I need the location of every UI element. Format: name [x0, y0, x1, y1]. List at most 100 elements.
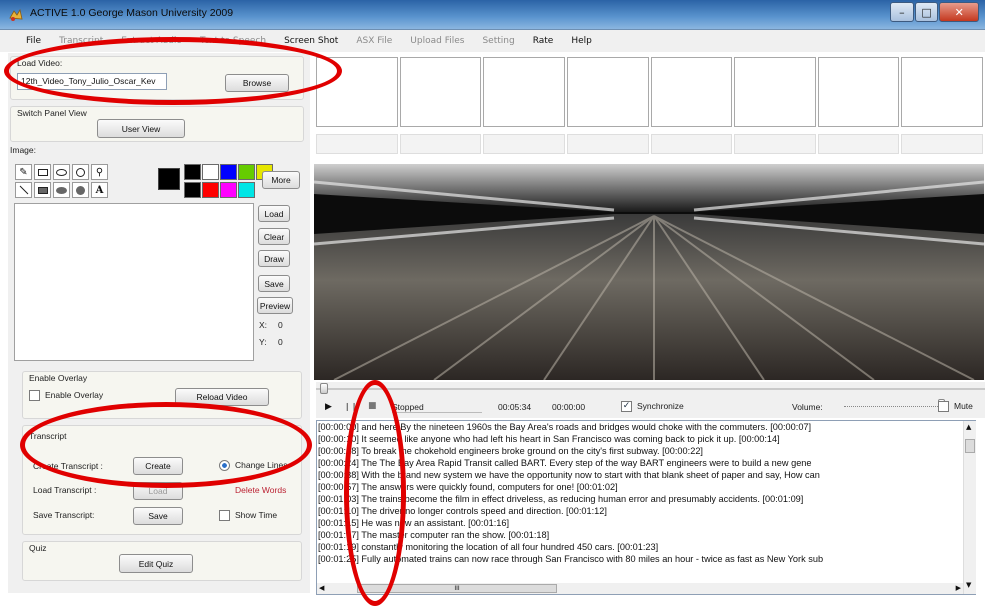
quiz-group-label: Quiz: [29, 543, 47, 553]
vertical-scroll-thumb[interactable]: [965, 439, 975, 453]
color-palette-bottom: [184, 182, 255, 198]
maximize-icon[interactable]: □: [914, 2, 939, 22]
save-image-button[interactable]: Save: [258, 275, 290, 292]
volume-slider[interactable]: [844, 406, 944, 407]
transcript-line[interactable]: [00:00:24] The The Bay Area Rapid Transi…: [317, 457, 975, 469]
thumbnail-frame[interactable]: [650, 57, 733, 127]
player-controls: ▶ ❙❙ ■ Stopped 00:05:34 00:00:00 ✓ Synch…: [316, 396, 985, 418]
thumbnail-frame[interactable]: [566, 57, 649, 127]
menu-file[interactable]: File: [26, 36, 41, 46]
transcript-line[interactable]: [00:01:17] The master computer ran the s…: [317, 529, 975, 541]
close-icon[interactable]: ✕: [939, 2, 979, 22]
mute-label: Mute: [954, 401, 973, 411]
color-swatch[interactable]: [184, 164, 201, 180]
menu-upload-files[interactable]: Upload Files: [410, 36, 464, 46]
save-transcript-label: Save Transcript:: [33, 510, 95, 520]
clear-image-button[interactable]: Clear: [258, 228, 290, 245]
show-time-checkbox[interactable]: [219, 510, 230, 521]
more-colors-button[interactable]: More: [262, 171, 300, 189]
transcript-line[interactable]: [00:01:10] The driver no longer controls…: [317, 505, 975, 517]
seek-handle[interactable]: [320, 383, 328, 394]
video-frame[interactable]: [314, 164, 984, 380]
transcript-text-area[interactable]: [00:00:00] and here By the nineteen 1960…: [316, 420, 976, 595]
thumbnail-caption-strip: [316, 134, 985, 154]
transcript-line[interactable]: [00:00:10] It seemed like anyone who had…: [317, 433, 975, 445]
play-icon[interactable]: ▶: [325, 402, 332, 412]
transcript-line[interactable]: [00:00:38] With the brand new system we …: [317, 469, 975, 481]
thumbnail-caption: [817, 134, 900, 154]
show-time-label: Show Time: [235, 510, 278, 520]
scroll-right-icon[interactable]: ▶: [956, 584, 961, 592]
transcript-line[interactable]: [00:01:03] The trains become the film in…: [317, 493, 975, 505]
thumbnail-frame[interactable]: [399, 57, 482, 127]
color-swatch[interactable]: [202, 164, 219, 180]
load-transcript-label: Load Transcript :: [33, 485, 97, 495]
circle-icon[interactable]: [72, 164, 89, 180]
left-panel: Load Video: 12th_Video_Tony_Julio_Oscar_…: [8, 53, 310, 593]
text-tool-icon[interactable]: A: [91, 182, 108, 198]
thumbnail-frame[interactable]: [817, 57, 900, 127]
save-transcript-button[interactable]: Save: [133, 507, 183, 525]
menu-rate[interactable]: Rate: [533, 36, 554, 46]
scroll-up-icon[interactable]: ▲: [966, 423, 971, 431]
rectangle-icon[interactable]: [34, 164, 51, 180]
thumbnail-caption: [483, 134, 565, 154]
color-swatch[interactable]: [238, 182, 255, 198]
image-label: Image:: [10, 145, 36, 155]
thumbnail-frame[interactable]: [734, 57, 816, 127]
title-bar: ACTIVE 1.0 George Mason University 2009 …: [0, 0, 985, 30]
switch-panel-group: Switch Panel View User View: [10, 106, 304, 142]
window-controls: – □ ✕: [889, 2, 979, 22]
line-icon[interactable]: [15, 182, 32, 198]
color-swatch[interactable]: [220, 164, 237, 180]
total-time: 00:00:00: [552, 402, 586, 412]
scroll-left-icon[interactable]: ◀: [319, 584, 324, 592]
preview-button[interactable]: Preview: [257, 297, 293, 314]
color-swatch[interactable]: [220, 182, 237, 198]
transcript-line[interactable]: [00:01:15] He was now an assistant. [00:…: [317, 517, 975, 529]
horizontal-scrollbar[interactable]: ◀ III ▶: [317, 583, 963, 594]
image-canvas[interactable]: [14, 203, 254, 361]
color-swatch[interactable]: [184, 182, 201, 198]
color-palette-top: [184, 164, 273, 180]
thumbnail-frame[interactable]: [483, 57, 565, 127]
scroll-down-icon[interactable]: ▼: [966, 581, 971, 589]
thumbnail-frame[interactable]: [901, 57, 983, 127]
draw-tools-row-2: A: [15, 182, 108, 198]
menu-asx-file[interactable]: ASX File: [356, 36, 392, 46]
minimize-icon[interactable]: –: [890, 2, 914, 22]
ellipse-icon[interactable]: [53, 164, 70, 180]
transcript-line[interactable]: [00:01:25] Fully automated trains can no…: [317, 553, 975, 565]
current-color-swatch[interactable]: [158, 168, 180, 190]
transcript-line[interactable]: [00:00:57] The answers were quickly foun…: [317, 481, 975, 493]
transcript-line[interactable]: [00:00:18] To break the chokehold engine…: [317, 445, 975, 457]
filled-rectangle-icon[interactable]: [34, 182, 51, 198]
user-view-button[interactable]: User View: [97, 119, 185, 138]
color-swatch[interactable]: [202, 182, 219, 198]
x-coord-value: 0: [278, 320, 283, 330]
menu-setting[interactable]: Setting: [482, 36, 514, 46]
seek-bar[interactable]: [316, 382, 985, 396]
magic-wand-icon[interactable]: ⚲: [91, 164, 108, 180]
filled-circle-icon[interactable]: [72, 182, 89, 198]
transcript-line[interactable]: [00:00:00] and here By the nineteen 1960…: [317, 421, 975, 433]
switch-panel-label: Switch Panel View: [17, 108, 87, 118]
player-status: Stopped: [392, 402, 482, 413]
draw-image-button[interactable]: Draw: [258, 250, 290, 267]
enable-overlay-label: Enable Overlay: [45, 390, 104, 400]
delete-words-label[interactable]: Delete Words: [235, 485, 286, 495]
color-swatch[interactable]: [238, 164, 255, 180]
mute-checkbox[interactable]: [938, 401, 949, 412]
pencil-icon[interactable]: ✎: [15, 164, 32, 180]
enable-overlay-checkbox[interactable]: [29, 390, 40, 401]
synchronize-checkbox[interactable]: ✓: [621, 401, 632, 412]
filled-ellipse-icon[interactable]: [53, 182, 70, 198]
load-image-button[interactable]: Load: [258, 205, 290, 222]
quiz-group: Quiz Edit Quiz: [22, 541, 302, 581]
menu-screen-shot[interactable]: Screen Shot: [284, 36, 338, 46]
edit-quiz-button[interactable]: Edit Quiz: [119, 554, 193, 573]
menu-help[interactable]: Help: [571, 36, 592, 46]
vertical-scrollbar[interactable]: ▲ ▼: [963, 421, 976, 594]
transcript-line[interactable]: [00:01:19] constantly monitoring the loc…: [317, 541, 975, 553]
synchronize-label: Synchronize: [637, 401, 684, 411]
